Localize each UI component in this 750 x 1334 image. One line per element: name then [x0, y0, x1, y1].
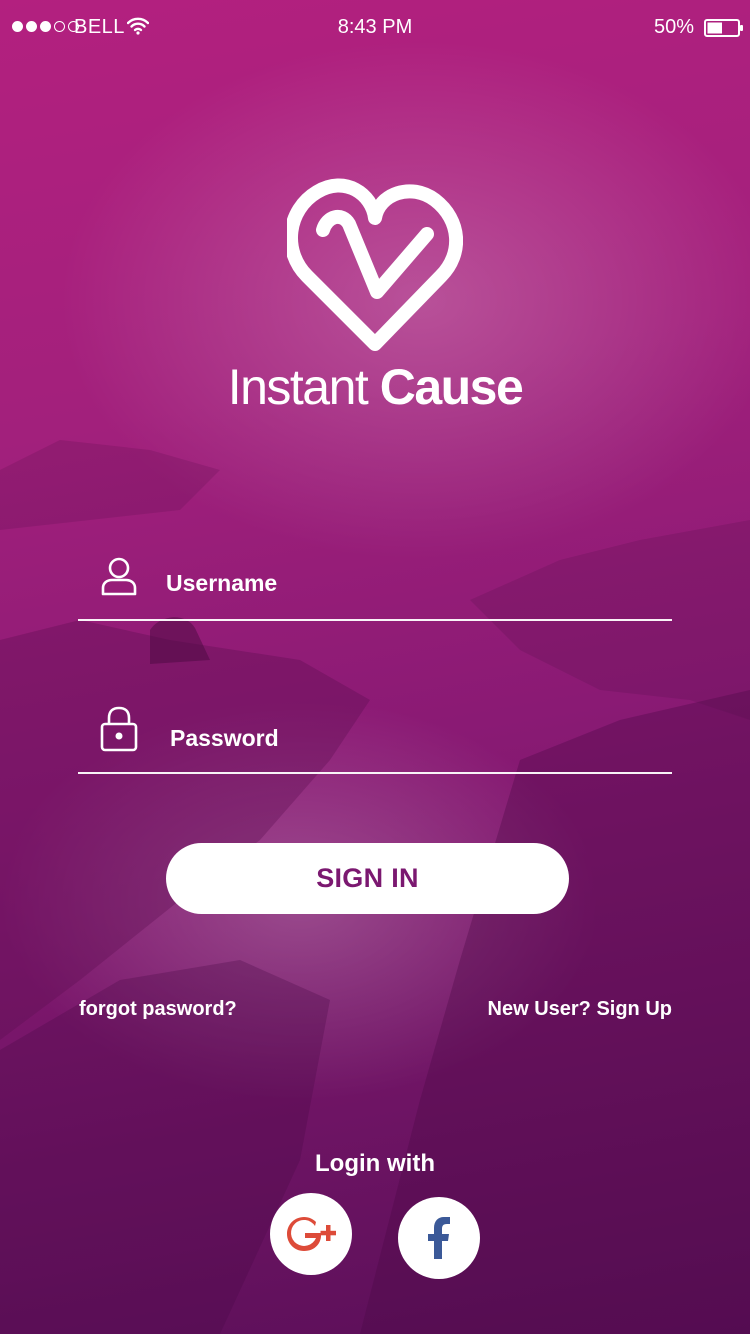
- status-time: 8:43 PM: [337, 16, 413, 38]
- user-icon: [101, 557, 137, 596]
- lock-icon: [100, 706, 138, 752]
- sign-up-link[interactable]: New User? Sign Up: [488, 998, 672, 1021]
- username-field[interactable]: [78, 547, 672, 621]
- status-bar: BELL 8:43 PM 50%: [0, 0, 750, 56]
- login-screen: BELL 8:43 PM 50% Instant Cause Username …: [0, 0, 750, 1334]
- google-login-button[interactable]: [270, 1193, 352, 1275]
- facebook-icon: [428, 1217, 450, 1259]
- app-title: Instant Cause: [0, 358, 750, 416]
- battery-icon: [704, 19, 743, 37]
- login-with-heading: Login with: [315, 1150, 435, 1177]
- sign-in-button[interactable]: SIGN IN: [166, 843, 569, 914]
- password-field[interactable]: [78, 700, 672, 774]
- app-title-bold: Cause: [379, 359, 524, 415]
- app-title-light: Instant: [227, 359, 369, 415]
- username-input[interactable]: [166, 561, 646, 605]
- heart-check-icon: [287, 178, 463, 351]
- google-plus-icon: [287, 1217, 336, 1251]
- battery-percentage: 50%: [653, 16, 694, 38]
- password-input[interactable]: [170, 716, 650, 760]
- forgot-password-link[interactable]: forgot pasword?: [79, 998, 237, 1021]
- facebook-login-button[interactable]: [398, 1197, 480, 1279]
